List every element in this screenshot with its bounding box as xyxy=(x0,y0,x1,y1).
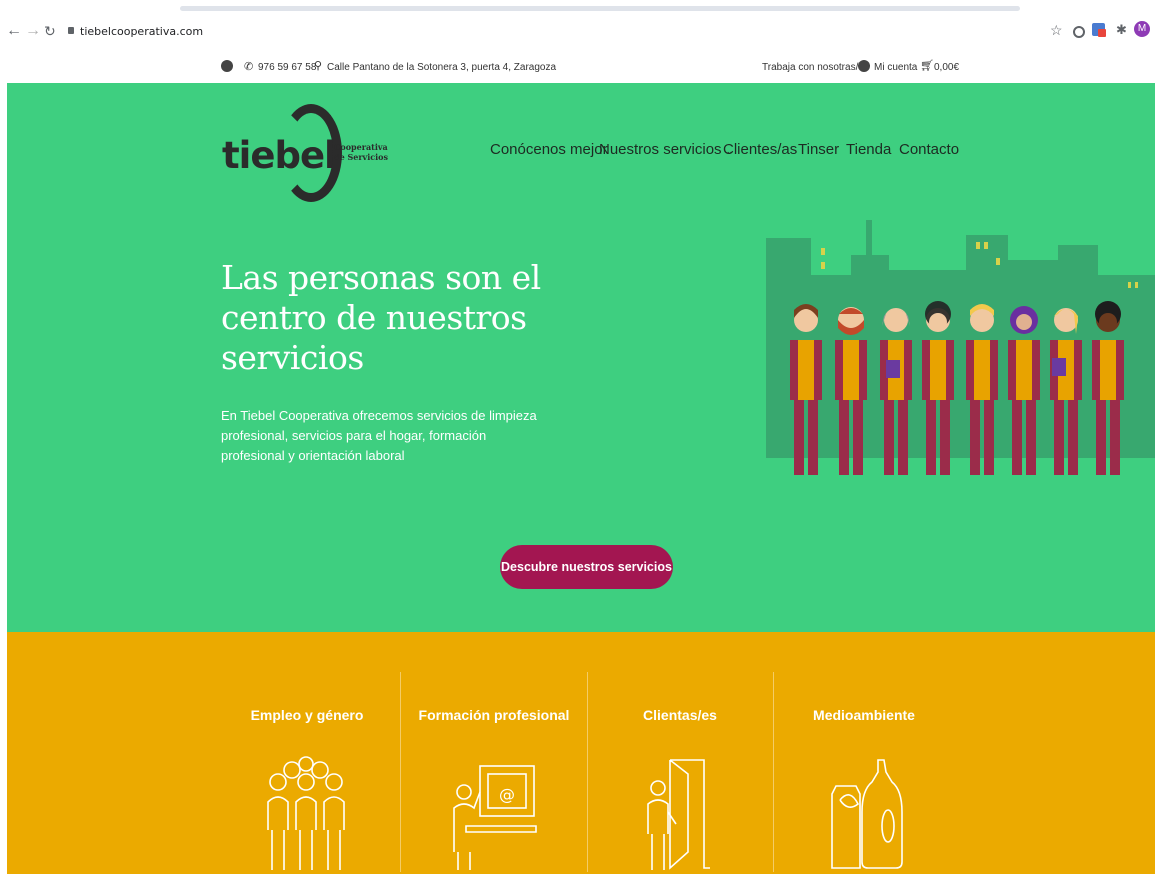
lock-icon xyxy=(68,27,74,34)
phone-number[interactable]: 976 59 67 58 xyxy=(258,62,316,73)
logo-arc xyxy=(280,104,342,202)
logo-subtitle-line1: Cooperativa xyxy=(334,142,388,152)
jobs-link[interactable]: Trabaja con nosotras/os xyxy=(762,62,869,73)
puzzle-icon[interactable]: ✱ xyxy=(1116,22,1127,38)
category-title-clientes[interactable]: Clientas/es xyxy=(590,707,770,723)
menu-item-clientes[interactable]: Clientes/as xyxy=(723,141,797,158)
category-title-formacion[interactable]: Formación profesional xyxy=(404,707,584,723)
menu-item-servicios[interactable]: Nuestros servicios ⌄ xyxy=(599,141,733,158)
logo-subtitle: Cooperativa de Servicios xyxy=(334,142,388,162)
account-link[interactable]: Mi cuenta xyxy=(874,62,917,73)
menu-item-tienda[interactable]: Tienda xyxy=(846,141,891,158)
contact-bar: ✆ 976 59 67 58 ⚲ Calle Pantano de la Sot… xyxy=(0,54,1155,83)
star-icon[interactable]: ☆ xyxy=(1050,22,1063,39)
menu-item-conocenos[interactable]: Conócenos mejor xyxy=(490,141,608,158)
phone-icon: ✆ xyxy=(244,61,254,73)
people-group-icon xyxy=(267,756,345,870)
hero-description: En Tiebel Cooperativa ofrecemos servicio… xyxy=(221,408,537,463)
cleaning-bottles-icon xyxy=(831,759,903,869)
extension-circle-icon[interactable] xyxy=(1073,26,1085,38)
cart-total[interactable]: 0,00€ xyxy=(934,62,959,73)
menu-item-servicios-label: Nuestros servicios xyxy=(599,141,722,158)
category-divider xyxy=(400,672,401,872)
category-title-medioambiente[interactable]: Medioambiente xyxy=(774,707,954,723)
address-text: Calle Pantano de la Sotonera 3, puerta 4… xyxy=(327,62,557,73)
facebook-icon[interactable] xyxy=(221,60,233,72)
cart-icon[interactable]: 🛒︎ xyxy=(920,59,934,72)
category-divider xyxy=(773,672,774,872)
category-divider xyxy=(587,672,588,872)
menu-item-contacto[interactable]: Contacto xyxy=(899,141,959,158)
reload-icon[interactable]: ↻ xyxy=(44,23,56,40)
profile-avatar[interactable]: M xyxy=(1134,21,1150,37)
category-title-empleo[interactable]: Empleo y género xyxy=(217,707,397,723)
extension-red-icon[interactable] xyxy=(1092,23,1106,37)
browser-chrome: ← → ↻ tiebelcooperativa.com ☆ ✱ M xyxy=(0,0,1155,54)
teacher-screen-icon: @ xyxy=(453,765,537,870)
menu-item-tinser[interactable]: Tinser xyxy=(798,141,839,158)
hero-title: Las personas son el centro de nuestros s… xyxy=(221,258,541,377)
person-door-icon xyxy=(647,759,710,870)
logo-subtitle-line2: de Servicios xyxy=(334,152,388,162)
address-bar[interactable]: tiebelcooperativa.com xyxy=(80,25,203,38)
forward-icon[interactable]: → xyxy=(25,22,41,40)
location-icon: ⚲ xyxy=(314,60,323,72)
user-account-icon xyxy=(858,60,870,72)
tab-strip xyxy=(180,6,1020,11)
discover-services-button[interactable]: Descubre nuestros servicios xyxy=(500,545,673,589)
categories-section xyxy=(7,632,1155,874)
team-illustration xyxy=(766,220,1155,475)
back-icon[interactable]: ← xyxy=(6,22,22,40)
svg-text:@: @ xyxy=(499,785,515,804)
